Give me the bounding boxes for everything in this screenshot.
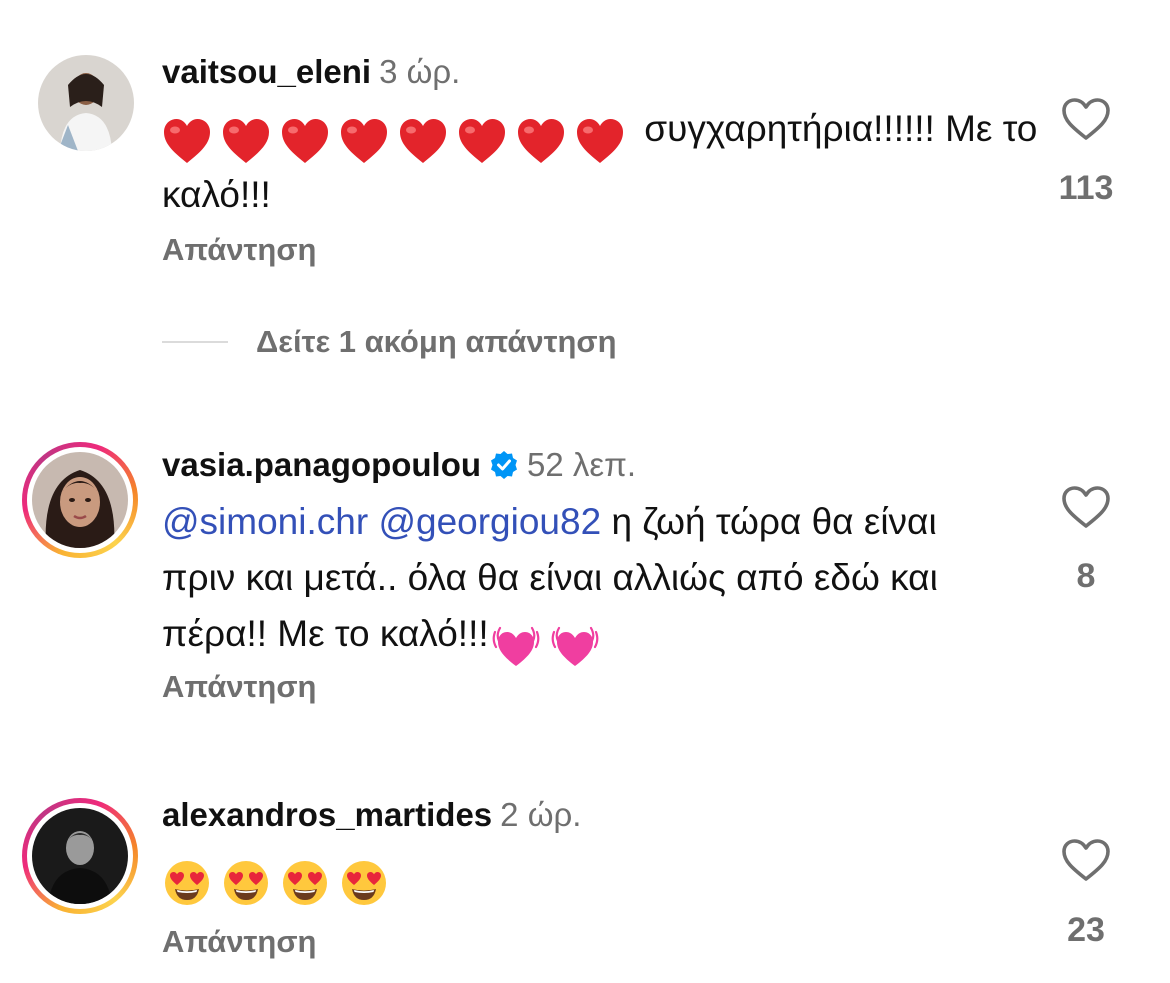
mention-link[interactable]: @georgiou82 bbox=[378, 501, 601, 542]
beating-heart-emojis bbox=[489, 616, 609, 672]
heart-eyes-emojis bbox=[162, 853, 398, 909]
like-button[interactable] bbox=[1056, 485, 1116, 529]
view-more-replies-label[interactable]: Δείτε 1 ακόμη απάντηση bbox=[256, 324, 617, 360]
beating-heart-emoji bbox=[492, 627, 540, 667]
avatar bbox=[32, 808, 128, 904]
heart-eyes-emoji bbox=[165, 861, 209, 906]
red-heart-emoji bbox=[518, 119, 564, 164]
avatar-story-ring[interactable] bbox=[22, 442, 138, 558]
reply-button[interactable]: Απάντηση bbox=[162, 667, 316, 707]
heart-eyes-emoji bbox=[224, 861, 268, 906]
red-heart-emojis bbox=[162, 111, 634, 167]
red-heart-emoji bbox=[459, 119, 505, 164]
like-count: 113 bbox=[1058, 169, 1114, 207]
username[interactable]: vaitsou_eleni bbox=[162, 53, 371, 90]
comment-header: vasia.panagopoulou 52 λεπ. bbox=[162, 445, 636, 485]
comment-header: alexandros_martides 2 ώρ. bbox=[162, 795, 581, 835]
red-heart-emoji bbox=[223, 119, 269, 164]
comment-text bbox=[162, 843, 1042, 909]
username[interactable]: vasia.panagopoulou bbox=[162, 446, 481, 483]
heart-outline-icon bbox=[1062, 839, 1110, 881]
like-button[interactable] bbox=[1056, 838, 1116, 882]
comment-text: @simoni.chr @georgiou82 η ζωή τώρα θα εί… bbox=[162, 494, 1012, 672]
red-heart-emoji bbox=[164, 119, 210, 164]
avatar-border bbox=[27, 447, 133, 553]
avatar-border bbox=[27, 803, 133, 909]
avatar[interactable] bbox=[38, 55, 134, 151]
mention-link[interactable]: @simoni.chr bbox=[162, 501, 368, 542]
divider bbox=[162, 341, 228, 343]
username[interactable]: alexandros_martides bbox=[162, 796, 492, 833]
comment-header: vaitsou_eleni 3 ώρ. bbox=[162, 52, 460, 92]
like-button[interactable] bbox=[1056, 97, 1116, 141]
avatar bbox=[32, 452, 128, 548]
avatar-image bbox=[38, 55, 134, 151]
red-heart-emoji bbox=[282, 119, 328, 164]
like-count: 8 bbox=[1076, 557, 1096, 595]
reply-button[interactable]: Απάντηση bbox=[162, 922, 316, 962]
reply-button[interactable]: Απάντηση bbox=[162, 230, 316, 270]
red-heart-emoji bbox=[577, 119, 623, 164]
timestamp[interactable]: 52 λεπ. bbox=[527, 446, 636, 483]
timestamp[interactable]: 2 ώρ. bbox=[500, 796, 581, 833]
beating-heart-emoji bbox=[551, 627, 599, 667]
timestamp[interactable]: 3 ώρ. bbox=[379, 53, 460, 90]
like-count: 23 bbox=[1067, 911, 1105, 949]
comment-text: συγχαρητήρια!!!!!! Με το καλό!!! bbox=[162, 101, 1042, 223]
view-more-replies[interactable]: Δείτε 1 ακόμη απάντηση bbox=[162, 320, 617, 364]
heart-eyes-emoji bbox=[342, 861, 386, 906]
red-heart-emoji bbox=[400, 119, 446, 164]
heart-outline-icon bbox=[1062, 98, 1110, 140]
avatar-story-ring[interactable] bbox=[22, 798, 138, 914]
red-heart-emoji bbox=[341, 119, 387, 164]
heart-eyes-emoji bbox=[283, 861, 327, 906]
heart-outline-icon bbox=[1062, 486, 1110, 528]
verified-badge-icon bbox=[491, 451, 518, 479]
